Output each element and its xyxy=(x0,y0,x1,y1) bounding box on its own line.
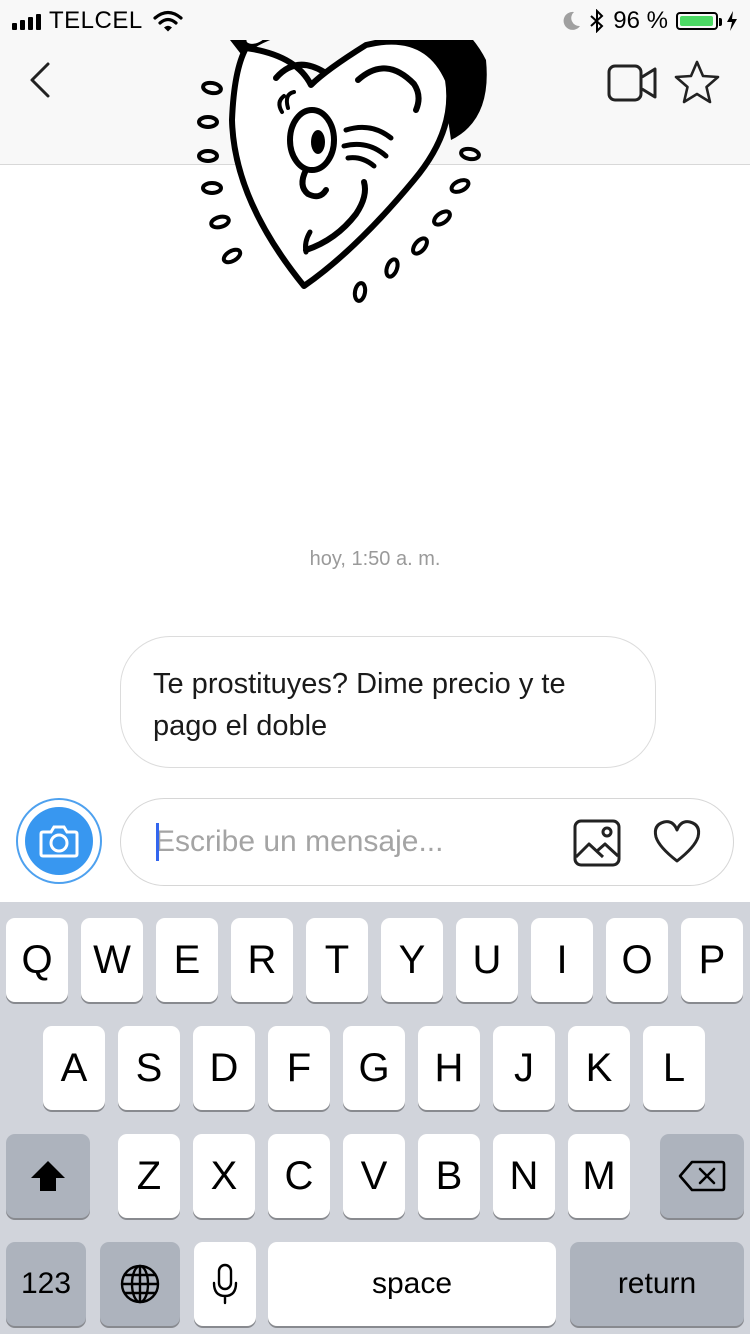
key-q[interactable]: Q xyxy=(6,918,68,1002)
gallery-button[interactable] xyxy=(573,819,621,867)
camera-icon xyxy=(39,825,79,858)
microphone-key[interactable] xyxy=(194,1242,256,1326)
battery-icon xyxy=(676,12,722,30)
like-button[interactable] xyxy=(651,817,703,867)
wifi-icon xyxy=(153,10,183,32)
profile-sticker-illustration xyxy=(197,0,487,303)
key-t[interactable]: T xyxy=(306,918,368,1002)
message-timestamp: hoy, 1:50 a. m. xyxy=(309,548,441,570)
key-g[interactable]: G xyxy=(343,1026,405,1110)
shift-icon xyxy=(31,1161,65,1191)
key-m[interactable]: M xyxy=(568,1134,630,1218)
moon-icon xyxy=(563,11,581,30)
key-b[interactable]: B xyxy=(418,1134,480,1218)
return-key[interactable]: return xyxy=(570,1242,744,1326)
globe-icon xyxy=(120,1264,160,1304)
key-v[interactable]: V xyxy=(343,1134,405,1218)
key-o[interactable]: O xyxy=(606,918,668,1002)
status-left: TELCEL xyxy=(12,6,183,36)
microphone-icon xyxy=(212,1263,238,1305)
camera-button[interactable] xyxy=(16,798,102,884)
key-w[interactable]: W xyxy=(81,918,143,1002)
key-r[interactable]: R xyxy=(231,918,293,1002)
battery-fill xyxy=(680,16,713,26)
key-x[interactable]: X xyxy=(193,1134,255,1218)
key-p[interactable]: P xyxy=(681,918,743,1002)
charging-bolt-icon xyxy=(727,11,737,31)
message-text: Te prostituyes? Dime precio y te pago el… xyxy=(153,668,566,742)
key-j[interactable]: J xyxy=(493,1026,555,1110)
status-bar: TELCEL 96 % xyxy=(0,0,750,40)
key-u[interactable]: U xyxy=(456,918,518,1002)
space-key[interactable]: space xyxy=(268,1242,556,1326)
video-call-button[interactable] xyxy=(606,62,660,104)
key-n[interactable]: N xyxy=(493,1134,555,1218)
heart-icon xyxy=(653,820,701,863)
key-h[interactable]: H xyxy=(418,1026,480,1110)
received-message-bubble[interactable]: Te prostituyes? Dime precio y te pago el… xyxy=(120,636,656,768)
gallery-icon xyxy=(573,819,621,867)
text-cursor xyxy=(156,823,159,861)
key-c[interactable]: C xyxy=(268,1134,330,1218)
backspace-icon xyxy=(678,1160,726,1192)
video-camera-icon xyxy=(607,64,657,102)
star-icon xyxy=(674,60,720,104)
key-z[interactable]: Z xyxy=(118,1134,180,1218)
status-right: 96 % xyxy=(561,6,738,36)
key-d[interactable]: D xyxy=(193,1026,255,1110)
key-y[interactable]: Y xyxy=(381,918,443,1002)
battery-percent: 96 % xyxy=(613,7,668,34)
back-button[interactable] xyxy=(22,58,62,106)
numbers-key[interactable]: 123 xyxy=(6,1242,86,1326)
favorite-button[interactable] xyxy=(672,58,722,108)
camera-button-fill xyxy=(25,807,93,875)
message-composer xyxy=(120,798,734,886)
message-input[interactable] xyxy=(155,817,555,867)
bluetooth-icon xyxy=(590,9,604,33)
globe-key[interactable] xyxy=(100,1242,180,1326)
signal-bars-icon xyxy=(12,12,41,30)
key-s[interactable]: S xyxy=(118,1026,180,1110)
key-a[interactable]: A xyxy=(43,1026,105,1110)
back-chevron-icon xyxy=(30,62,50,98)
key-f[interactable]: F xyxy=(268,1026,330,1110)
backspace-key[interactable] xyxy=(660,1134,744,1218)
shift-key[interactable] xyxy=(6,1134,90,1218)
key-l[interactable]: L xyxy=(643,1026,705,1110)
key-i[interactable]: I xyxy=(531,918,593,1002)
keyboard: QWERTYUIOP ASDFGHJKL ZXCVBNM 123 space r… xyxy=(0,902,750,1334)
key-k[interactable]: K xyxy=(568,1026,630,1110)
key-e[interactable]: E xyxy=(156,918,218,1002)
carrier-name: TELCEL xyxy=(49,7,143,34)
